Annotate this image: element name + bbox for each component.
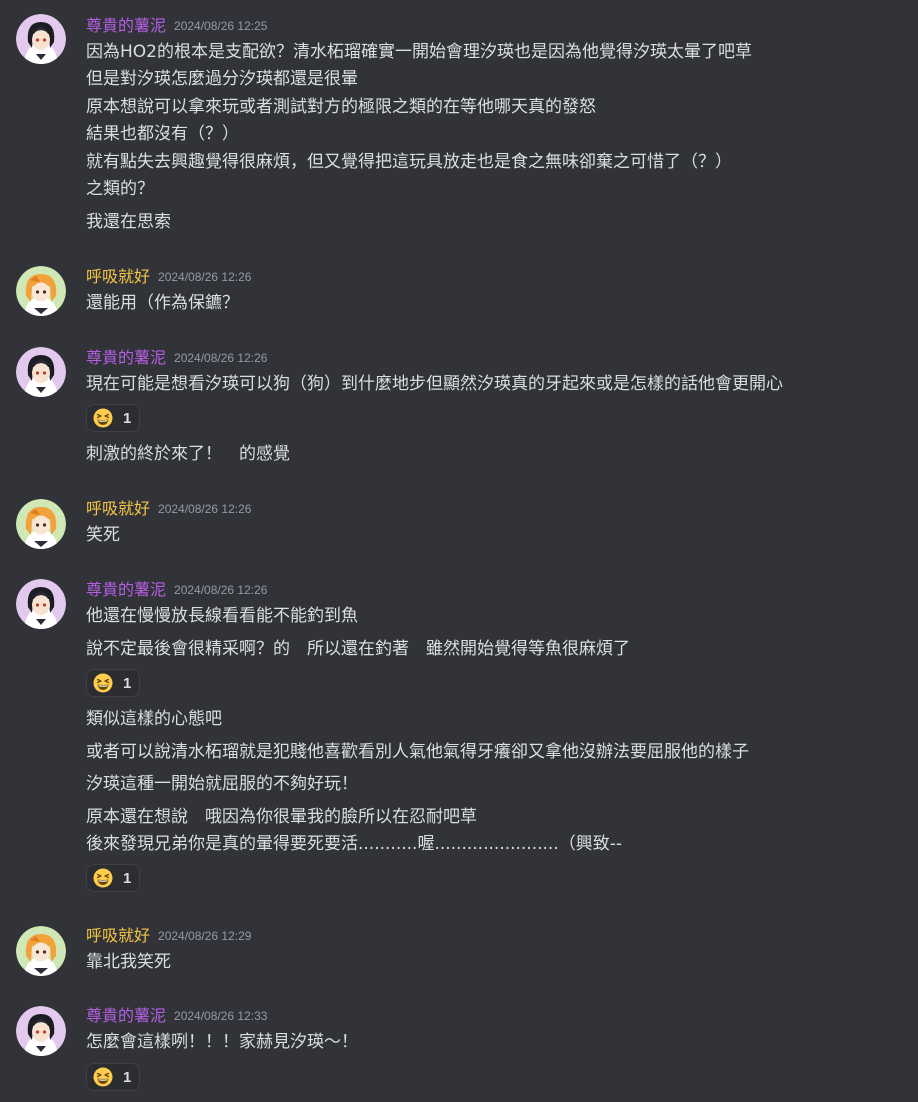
- message-text: 怎麼會這樣咧！！！家赫見汐瑛～！: [86, 1032, 358, 1052]
- timestamp: 2024/08/26 12:26: [158, 270, 252, 284]
- avatar[interactable]: [16, 347, 66, 397]
- anime-girl-green-avatar-icon: [16, 266, 66, 316]
- message-text: 類似這樣的心態吧: [86, 709, 222, 729]
- message-text: 刺激的終於來了！ 的感覺: [86, 444, 290, 464]
- grinning-squint-emoji-icon: [93, 1067, 113, 1087]
- anime-girl-green-avatar-icon: [16, 499, 66, 549]
- grinning-squint-emoji-icon: [93, 868, 113, 888]
- grinning-squint-emoji-icon: [93, 408, 113, 428]
- message-text: 之類的？: [86, 179, 154, 199]
- message-text: 現在可能是想看汐瑛可以狗（狗）到什麼地步但顯然汐瑛真的牙起來或是怎樣的話他會更開…: [86, 374, 783, 394]
- reaction-button[interactable]: 1: [86, 864, 140, 892]
- message-text: 因為HO2的根本是支配欲？清水柘瑠確實一開始會理汐瑛也是因為他覺得汐瑛太暈了吧草: [86, 42, 752, 62]
- timestamp: 2024/08/26 12:26: [174, 351, 268, 365]
- grinning-squint-emoji-icon: [93, 673, 113, 693]
- username[interactable]: 呼吸就好: [86, 926, 150, 945]
- reaction-count: 1: [123, 869, 132, 887]
- avatar[interactable]: [16, 926, 66, 976]
- username[interactable]: 尊貴的薯泥: [86, 1006, 166, 1025]
- anime-girl-purple-avatar-icon: [16, 579, 66, 629]
- message-text: 還能用（作為保鑣？: [86, 293, 239, 313]
- reaction-count: 1: [123, 1068, 132, 1086]
- timestamp: 2024/08/26 12:33: [174, 1009, 268, 1023]
- avatar[interactable]: [16, 266, 66, 316]
- message-text: 靠北我笑死: [86, 952, 171, 972]
- avatar[interactable]: [16, 499, 66, 549]
- reaction-button[interactable]: 1: [86, 1063, 140, 1091]
- reaction-button[interactable]: 1: [86, 404, 140, 432]
- timestamp: 2024/08/26 12:29: [158, 929, 252, 943]
- message-text: 我還在思索: [86, 212, 171, 232]
- username[interactable]: 呼吸就好: [86, 267, 150, 286]
- timestamp: 2024/08/26 12:25: [174, 19, 268, 33]
- message-text: 笑死: [86, 525, 120, 545]
- reaction-count: 1: [123, 409, 132, 427]
- message-text: 說不定最後會很精采啊？的 所以還在釣著 雖然開始覺得等魚很麻煩了: [86, 639, 630, 659]
- avatar[interactable]: [16, 14, 66, 64]
- message-text: 結果也都沒有（？）: [86, 124, 239, 144]
- anime-girl-purple-avatar-icon: [16, 1006, 66, 1056]
- reaction-button[interactable]: 1: [86, 669, 140, 697]
- reaction-count: 1: [123, 674, 132, 692]
- anime-girl-purple-avatar-icon: [16, 347, 66, 397]
- message-text: 汐瑛這種一開始就屈服的不夠好玩！: [86, 774, 358, 794]
- username[interactable]: 尊貴的薯泥: [86, 16, 166, 35]
- message-text: 他還在慢慢放長線看看能不能釣到魚: [86, 606, 358, 626]
- message-text: 就有點失去興趣覺得很麻煩，但又覺得把這玩具放走也是食之無味卻棄之可惜了（？）: [86, 152, 732, 172]
- message-text: 原本還在想說 哦因為你很暈我的臉所以在忍耐吧草: [86, 807, 477, 827]
- timestamp: 2024/08/26 12:26: [158, 502, 252, 516]
- username[interactable]: 尊貴的薯泥: [86, 348, 166, 367]
- avatar[interactable]: [16, 1006, 66, 1056]
- message-text: 後來發現兄弟你是真的暈得要死要活...........喔............…: [86, 834, 622, 854]
- timestamp: 2024/08/26 12:26: [174, 583, 268, 597]
- anime-girl-green-avatar-icon: [16, 926, 66, 976]
- avatar[interactable]: [16, 579, 66, 629]
- message-text: 但是對汐瑛怎麼過分汐瑛都還是很暈: [86, 69, 358, 89]
- message-text: 原本想說可以拿來玩或者測試對方的極限之類的在等他哪天真的發怒: [86, 97, 596, 117]
- username[interactable]: 呼吸就好: [86, 499, 150, 518]
- username[interactable]: 尊貴的薯泥: [86, 580, 166, 599]
- message-text: 或者可以說清水柘瑠就是犯賤他喜歡看別人氣他氣得牙癢卻又拿他沒辦法要屈服他的樣子: [86, 742, 749, 762]
- anime-girl-purple-avatar-icon: [16, 14, 66, 64]
